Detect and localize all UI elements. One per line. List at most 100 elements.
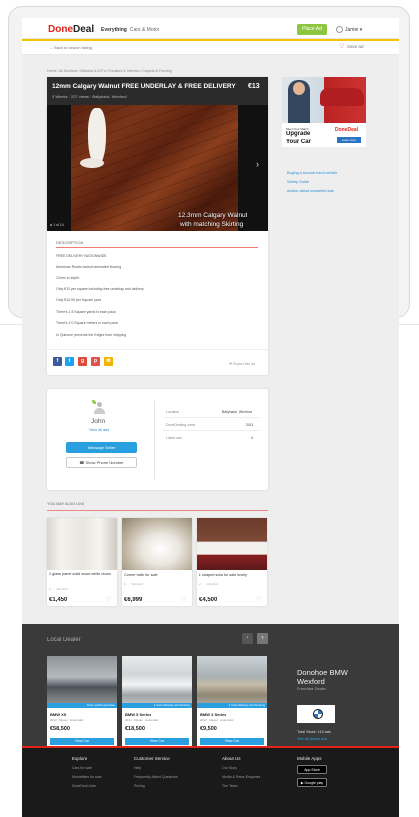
dealer-car-badge: 2 Years Warranty and Servicing [197, 703, 267, 708]
dealer-car-image[interactable] [122, 656, 192, 708]
dealer-car-price: €9,500 [200, 726, 217, 732]
dealer-type: Franchise Dealer [297, 687, 326, 691]
avatar-body [94, 408, 105, 414]
description-line: Only €13 per square including free under… [56, 287, 144, 291]
breadcrumb[interactable]: Home / All Sections / Wicklow & DIY's / … [47, 69, 172, 73]
detail-divider [163, 417, 260, 418]
detail-value: 2011 [246, 423, 254, 427]
seller-card [47, 389, 268, 490]
share-divider [47, 349, 268, 350]
detail-key: Location [166, 410, 180, 414]
description-line: 12mm in depth [56, 276, 80, 280]
see-all-dealer-ads-link[interactable]: See all dealer ads [297, 737, 327, 741]
view-car-button[interactable]: View Car [125, 738, 189, 745]
seller-name: John [91, 418, 106, 425]
app-store-label: App Store [304, 768, 320, 772]
footer-link[interactable]: Media & Press Enquiries [222, 775, 260, 779]
dealer-car-spec: 2014 · Diesel · Automatic [125, 718, 159, 722]
footer-col-title: Mobile Apps [297, 756, 322, 761]
logo[interactable]: DoneDeal [48, 24, 94, 35]
ymal-divider [47, 510, 268, 511]
footer-link[interactable]: Motorbikes for sale [72, 775, 102, 779]
ymal-heading: YOU MAY ALSO LIKE [47, 502, 85, 506]
footer-link[interactable]: Frequently Asked Questions [134, 775, 178, 779]
pinterest-icon[interactable]: p [91, 357, 100, 366]
user-menu[interactable]: Jamie ▾ [345, 27, 362, 33]
back-label: Back to search listing [54, 45, 92, 50]
show-phone-button[interactable]: ☎ Show Phone Number [66, 457, 137, 468]
dealer-name[interactable]: Donohoe BMW Wexford [297, 668, 377, 686]
view-car-button[interactable]: View Car [200, 738, 264, 745]
listing-title: 12mm Calgary Walnut FREE UNDERLAY & FREE… [52, 83, 236, 90]
flag-icon: ⚑ [229, 362, 233, 366]
footer-col-title: Customer Service [134, 756, 170, 761]
footer-col-title: About Us [222, 756, 241, 761]
footer-col-title: Explore [72, 756, 88, 761]
view-all-ads-link[interactable]: View all ads [89, 428, 109, 432]
related-item-image[interactable] [122, 518, 192, 570]
carousel-next-icon[interactable]: › [257, 633, 268, 644]
place-ad-button[interactable]: Place Ad [297, 24, 327, 35]
dealer-car-image[interactable] [197, 656, 267, 708]
local-dealer-heading: Local Dealer [47, 637, 81, 643]
description-heading: DESCRIPTION [56, 240, 84, 245]
heart-icon[interactable]: ♡ [106, 596, 111, 603]
description-line: In Quinone prevents the Edges from chipp… [56, 333, 127, 337]
related-link[interactable]: Advice about unwanted ads [287, 189, 334, 193]
footer-link[interactable]: Our Story [222, 766, 237, 770]
nav-everything[interactable]: Everything [101, 27, 127, 33]
description-divider [56, 247, 258, 248]
related-item-price: €4,500 [199, 597, 218, 603]
phone-icon: ☎ [79, 460, 85, 465]
advert-headline-2: Your Car [286, 139, 311, 145]
detail-value: Ballyhack, Wexford [222, 410, 252, 414]
bmw-logo-icon [313, 709, 323, 719]
photo-count: ◘ 1 of 14 [50, 223, 64, 227]
google-play-badge[interactable]: ▶ Google play [297, 778, 327, 787]
carousel-prev-icon[interactable]: ‹ [242, 633, 253, 644]
email-icon[interactable]: ✉ [104, 357, 113, 366]
advert-button[interactable]: Learn more [337, 137, 361, 143]
advert-face [293, 82, 305, 95]
twitter-icon[interactable]: t [65, 357, 74, 366]
google-plus-icon[interactable]: g [78, 357, 87, 366]
description-line: American Rustic walnut laminated floorin… [56, 265, 122, 269]
footer-link[interactable]: The Team [222, 784, 238, 788]
related-link[interactable]: Buying a second hand vehicle [287, 171, 337, 175]
description-line: Only €13.99 per Square yard [56, 298, 101, 302]
view-car-button[interactable]: View Car [50, 738, 114, 745]
heart-icon[interactable]: ♡ [256, 596, 261, 603]
user-name: Jamie [345, 27, 359, 33]
camera-icon: ◘ [50, 223, 53, 227]
related-item-title: Corner bath for sale [124, 573, 158, 577]
heart-icon[interactable]: ♡ [181, 596, 186, 603]
message-seller-button[interactable]: Message Seller [66, 442, 137, 453]
detail-value: 4 [251, 436, 253, 440]
footer-link[interactable]: Help [134, 766, 141, 770]
detail-key: Listed ads [166, 436, 182, 440]
avatar [94, 402, 105, 414]
dealer-car-spec: 2012 · Diesel · Automatic [200, 718, 234, 722]
dealer-car-badge: Three months guarantee [47, 703, 117, 708]
related-item-meta: 2 ... · Wexford [49, 587, 68, 591]
listing-price: €13 [248, 83, 260, 90]
related-item-image[interactable] [47, 518, 117, 570]
report-ad-link[interactable]: ⚑ Report this ad [229, 362, 255, 366]
save-ad-link[interactable]: Save ad [347, 44, 364, 49]
back-link[interactable]: ← Back to search listing [49, 45, 92, 50]
facebook-icon[interactable]: f [53, 357, 62, 366]
app-store-badge[interactable]: App Store [297, 765, 327, 774]
show-phone-label: Show Phone Number [85, 460, 124, 465]
back-arrow-icon: ← [49, 45, 53, 50]
related-link[interactable]: Safety Guide [287, 180, 309, 184]
footer-link[interactable]: Pricing [134, 784, 145, 788]
related-item-image[interactable] [197, 518, 267, 570]
avatar-head [97, 402, 102, 407]
footer-link[interactable]: Cars for sale [72, 766, 92, 770]
google-play-label: Google play [304, 781, 324, 785]
nav-cars-motor[interactable]: Cars & Motor [130, 27, 159, 33]
footer-link[interactable]: DoneDeal Jobs [72, 784, 96, 788]
next-photo-icon[interactable]: › [256, 159, 259, 169]
play-icon: ▶ [300, 781, 304, 785]
dealer-car-image[interactable] [47, 656, 117, 708]
